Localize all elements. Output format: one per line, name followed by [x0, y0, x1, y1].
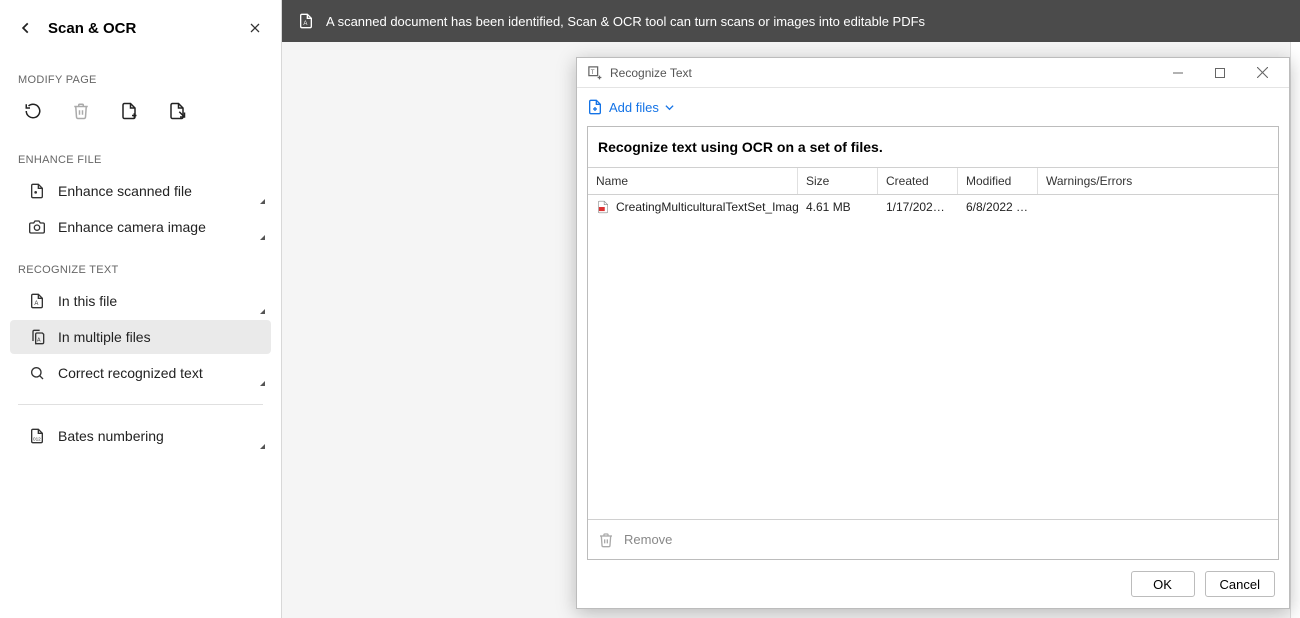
sidebar-item-label: In multiple files [58, 329, 151, 345]
col-warnings[interactable]: Warnings/Errors [1038, 168, 1278, 194]
file-list[interactable]: CreatingMulticulturalTextSet_Imag… 4.61 … [588, 195, 1278, 519]
file-name: CreatingMulticulturalTextSet_Imag… [616, 200, 798, 214]
dialog-heading: Recognize text using OCR on a set of fil… [588, 127, 1278, 168]
sidebar-item-enhance-scanned[interactable]: Enhance scanned file [10, 174, 271, 208]
dialog-titlebar: T Recognize Text [577, 58, 1289, 88]
magnify-icon [28, 364, 46, 382]
submenu-indicator-icon [260, 199, 265, 204]
sidebar-item-label: Bates numbering [58, 428, 164, 444]
recognize-text-dialog: T Recognize Text Add files Recognize tex… [576, 57, 1290, 609]
table-row[interactable]: CreatingMulticulturalTextSet_Imag… 4.61 … [588, 195, 1278, 219]
file-modified: 6/8/2022 6:5… [958, 195, 1038, 219]
submenu-indicator-icon [260, 444, 265, 449]
sidebar-item-bates[interactable]: 012 Bates numbering [10, 419, 271, 453]
banner-text: A scanned document has been identified, … [326, 14, 925, 29]
svg-text:A: A [303, 21, 307, 27]
submenu-indicator-icon [260, 381, 265, 386]
file-warn [1038, 195, 1278, 219]
ok-button[interactable]: OK [1131, 571, 1195, 597]
add-files-label: Add files [609, 100, 659, 115]
camera-icon [28, 218, 46, 236]
recognize-text-icon: T [587, 65, 602, 80]
modify-toolbar [0, 92, 281, 136]
close-button[interactable] [1245, 59, 1279, 87]
file-text-icon: A [28, 292, 46, 310]
scan-file-icon [28, 182, 46, 200]
sidebar-item-label: Enhance camera image [58, 219, 206, 235]
back-icon[interactable] [16, 18, 36, 38]
svg-text:A: A [37, 338, 41, 344]
rotate-icon[interactable] [22, 100, 44, 122]
right-panel-edge [1290, 42, 1300, 618]
col-size[interactable]: Size [798, 168, 878, 194]
table-header: Name Size Created Modified Warnings/Erro… [588, 168, 1278, 195]
col-created[interactable]: Created [878, 168, 958, 194]
chevron-down-icon [665, 103, 674, 112]
close-icon[interactable] [245, 18, 265, 38]
section-enhance-label: ENHANCE FILE [0, 136, 281, 172]
remove-label[interactable]: Remove [624, 532, 672, 547]
dialog-inner-footer: Remove [588, 519, 1278, 559]
section-recognize-label: RECOGNIZE TEXT [0, 246, 281, 282]
insert-page-icon[interactable] [118, 100, 140, 122]
svg-text:T: T [591, 69, 595, 76]
col-modified[interactable]: Modified [958, 168, 1038, 194]
sidebar-item-correct-text[interactable]: Correct recognized text [10, 356, 271, 390]
section-modify-label: MODIFY PAGE [0, 56, 281, 92]
dialog-body: Recognize text using OCR on a set of fil… [587, 126, 1279, 560]
sidebar-item-enhance-camera[interactable]: Enhance camera image [10, 210, 271, 244]
extract-page-icon[interactable] [166, 100, 188, 122]
file-created: 1/17/2023 2:1… [878, 195, 958, 219]
bates-icon: 012 [28, 427, 46, 445]
dialog-footer: OK Cancel [577, 560, 1289, 608]
dialog-title: Recognize Text [610, 66, 692, 80]
col-name[interactable]: Name [588, 168, 798, 194]
pdf-icon [596, 200, 610, 214]
info-banner: A A scanned document has been identified… [282, 0, 1300, 42]
sidebar-item-label: Correct recognized text [58, 365, 203, 381]
minimize-button[interactable] [1161, 59, 1195, 87]
sidebar: Scan & OCR MODIFY PAGE ENHANCE FILE Enha… [0, 0, 282, 618]
svg-text:012: 012 [33, 437, 41, 442]
svg-text:A: A [34, 301, 38, 307]
sidebar-item-in-this-file[interactable]: A In this file [10, 284, 271, 318]
sidebar-item-in-multiple-files[interactable]: A In multiple files [10, 320, 271, 354]
file-size: 4.61 MB [798, 195, 878, 219]
sidebar-header: Scan & OCR [0, 0, 281, 56]
sidebar-title: Scan & OCR [48, 20, 245, 37]
add-files-button[interactable]: Add files [587, 99, 674, 115]
dialog-toolbar: Add files [577, 88, 1289, 126]
sidebar-item-label: Enhance scanned file [58, 183, 192, 199]
sidebar-item-label: In this file [58, 293, 117, 309]
trash-icon [598, 532, 614, 548]
cancel-button[interactable]: Cancel [1205, 571, 1275, 597]
scan-doc-icon: A [298, 13, 314, 29]
maximize-button[interactable] [1203, 59, 1237, 87]
files-icon: A [28, 328, 46, 346]
divider [18, 404, 263, 405]
trash-icon[interactable] [70, 100, 92, 122]
submenu-indicator-icon [260, 309, 265, 314]
submenu-indicator-icon [260, 235, 265, 240]
